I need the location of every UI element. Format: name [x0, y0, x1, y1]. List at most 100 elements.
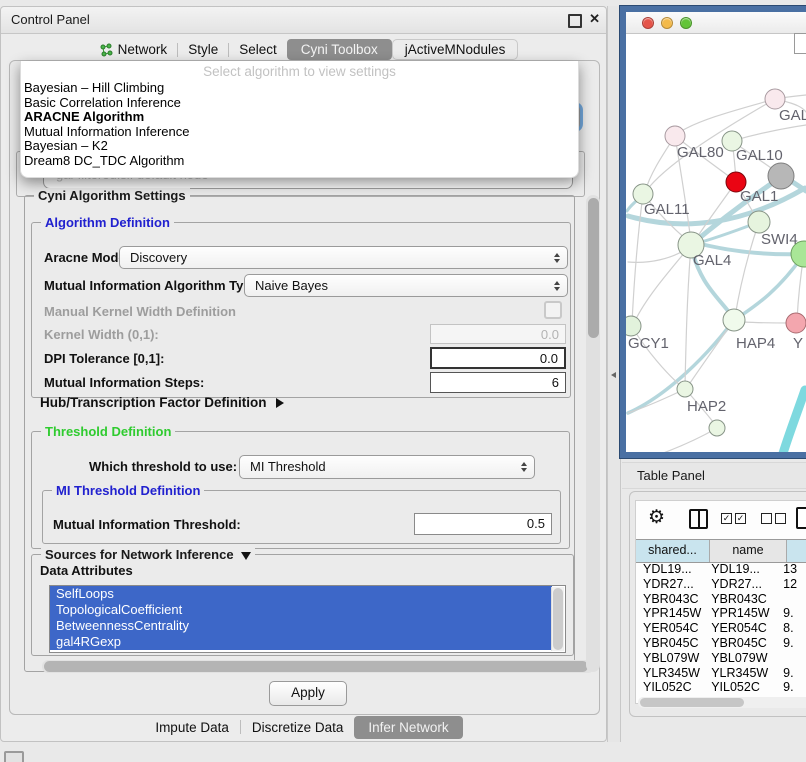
- algorithm-option[interactable]: Basic Correlation Inference: [24, 96, 578, 111]
- data-attribute-item[interactable]: TopologicalCoefficient: [50, 602, 552, 618]
- hub-definition-expander[interactable]: Hub/Transcription Factor Definition: [40, 395, 284, 410]
- network-edge[interactable]: [634, 245, 691, 323]
- network-view-window[interactable]: GALGAL80GAL10GAL1GAL11SWI4GAL4GCY1HAP4YH…: [620, 6, 806, 458]
- mi-algorithm-type-select[interactable]: Naive Bayes: [244, 274, 568, 297]
- tab-select[interactable]: Select: [229, 40, 287, 59]
- collapse-left-icon[interactable]: [611, 372, 616, 378]
- network-edge[interactable]: [628, 389, 685, 413]
- table-cell: 8.: [779, 621, 806, 636]
- table-row[interactable]: YBL079WYBL079W: [636, 651, 806, 666]
- network-node[interactable]: [768, 163, 794, 189]
- table-row[interactable]: YIL052CYIL052C9.: [636, 680, 806, 694]
- which-threshold-label: Which threshold to use:: [89, 459, 237, 474]
- network-node[interactable]: [709, 420, 725, 436]
- table-toolbar: ⚙ ✓ ✓: [636, 501, 806, 537]
- network-node-gal[interactable]: [765, 89, 785, 109]
- tab-network[interactable]: Network: [89, 40, 178, 59]
- network-node-hap4[interactable]: [723, 309, 745, 331]
- algorithm-option[interactable]: Dream8 DC_TDC Algorithm: [24, 154, 578, 169]
- dropdown-placeholder: Select algorithm to view settings: [21, 61, 578, 81]
- network-node-y[interactable]: [786, 313, 806, 333]
- data-attribute-item[interactable]: BetweennessCentrality: [50, 618, 552, 634]
- threshold-select[interactable]: MI Threshold: [239, 455, 535, 479]
- tab-discretize-data[interactable]: Discretize Data: [241, 717, 355, 738]
- settings-vertical-scrollbar[interactable]: [586, 195, 600, 672]
- network-node-gcy1[interactable]: [626, 316, 641, 336]
- network-edge[interactable]: [632, 194, 643, 323]
- table-row[interactable]: YBR043CYBR043C: [636, 592, 806, 607]
- node-label: GAL1: [740, 188, 778, 205]
- network-edge[interactable]: [735, 222, 759, 317]
- network-edge[interactable]: [658, 428, 717, 452]
- selected-value: Discovery: [130, 250, 187, 265]
- algorithm-option[interactable]: Bayesian – K2: [24, 139, 578, 154]
- table-cell: YBL079W: [636, 651, 706, 666]
- float-window-icon[interactable]: [568, 14, 582, 28]
- table-cell: YIL052C: [636, 680, 706, 694]
- mi-threshold-input[interactable]: 0.5: [414, 513, 552, 535]
- scrollbar-thumb[interactable]: [44, 661, 588, 672]
- tab-label: jActiveMNodules: [405, 42, 506, 57]
- minimize-window-button[interactable]: [661, 17, 673, 29]
- deselect-checkbox-icon[interactable]: [761, 513, 772, 524]
- tab-cyni-toolbox[interactable]: Cyni Toolbox: [287, 39, 392, 60]
- minimized-panel-icon[interactable]: [4, 751, 24, 762]
- tab-jactivemnodules[interactable]: jActiveMNodules: [392, 39, 519, 60]
- algorithm-option[interactable]: Bayesian – Hill Climbing: [24, 81, 578, 96]
- network-node-hap2[interactable]: [677, 381, 693, 397]
- panel-splitter[interactable]: [607, 6, 621, 742]
- table-row[interactable]: YLR345WYLR345W9.: [636, 666, 806, 681]
- network-edge[interactable]: [688, 320, 734, 386]
- apply-button[interactable]: Apply: [269, 681, 347, 706]
- tab-label: Cyni Toolbox: [301, 42, 378, 57]
- tab-label: Select: [239, 42, 277, 57]
- network-node-swi4[interactable]: [748, 211, 770, 233]
- table-cell: 9.: [779, 680, 806, 694]
- algorithm-option[interactable]: ARACNE Algorithm: [24, 110, 578, 125]
- tab-impute-data[interactable]: Impute Data: [144, 717, 240, 738]
- collapse-down-icon[interactable]: [241, 552, 251, 560]
- column-split-icon[interactable]: [689, 509, 708, 529]
- network-edge[interactable]: [732, 125, 806, 141]
- stepper-arrows-icon: [554, 253, 560, 263]
- table-row[interactable]: YDL19...YDL19...13: [636, 562, 806, 577]
- manual-kernel-checkbox[interactable]: [544, 301, 562, 319]
- network-edge[interactable]: [781, 390, 805, 452]
- table-row[interactable]: YER054CYER054C8.: [636, 621, 806, 636]
- data-attributes-list[interactable]: SelfLoopsTopologicalCoefficientBetweenne…: [49, 585, 566, 653]
- network-node-gal80[interactable]: [665, 126, 685, 146]
- deselect-checkbox-icon[interactable]: [775, 513, 786, 524]
- network-canvas[interactable]: GALGAL80GAL10GAL1GAL11SWI4GAL4GCY1HAP4YH…: [626, 33, 806, 452]
- kernel-width-input[interactable]: 0.0: [430, 324, 566, 344]
- cyni-toolbox-panel: gal-filtered.sif default node Select alg…: [9, 60, 600, 715]
- scrollbar-thumb[interactable]: [588, 198, 599, 338]
- tab-infer-network[interactable]: Infer Network: [354, 716, 462, 739]
- settings-horizontal-scrollbar[interactable]: [42, 660, 594, 673]
- data-attribute-item[interactable]: SelfLoops: [50, 586, 552, 602]
- close-panel-icon[interactable]: ✕: [589, 11, 600, 27]
- table-column-header[interactable]: shared...: [636, 540, 710, 562]
- scrollbar-thumb[interactable]: [553, 588, 563, 650]
- table-column-header[interactable]: name: [710, 540, 787, 562]
- settings-gear-icon[interactable]: ⚙: [648, 506, 665, 529]
- tab-style[interactable]: Style: [178, 40, 228, 59]
- algorithm-option[interactable]: Mutual Information Inference: [24, 125, 578, 140]
- dpi-tolerance-input[interactable]: 0.0: [430, 347, 566, 369]
- table-icon[interactable]: [796, 507, 806, 529]
- data-attribute-item[interactable]: gal4RGexp: [50, 634, 552, 650]
- zoom-window-button[interactable]: [680, 17, 692, 29]
- network-edge[interactable]: [685, 245, 691, 386]
- table-horizontal-scrollbar[interactable]: [638, 697, 806, 708]
- select-all-checkbox-icon[interactable]: ✓: [721, 513, 732, 524]
- scrollbar-thumb[interactable]: [640, 698, 744, 707]
- table-row[interactable]: YBR045CYBR045C9.: [636, 636, 806, 651]
- close-window-button[interactable]: [642, 17, 654, 29]
- table-row[interactable]: YPR145WYPR145W9.: [636, 606, 806, 621]
- table-column-header[interactable]: A: [787, 540, 806, 562]
- list-vertical-scrollbar[interactable]: [551, 587, 564, 651]
- table-row[interactable]: YDR27...YDR27...12: [636, 577, 806, 592]
- select-all-checkbox-icon[interactable]: ✓: [735, 513, 746, 524]
- aracne-mode-select[interactable]: Discovery: [119, 246, 568, 269]
- table-cell: 9.: [779, 636, 806, 651]
- mi-steps-input[interactable]: 6: [430, 372, 566, 393]
